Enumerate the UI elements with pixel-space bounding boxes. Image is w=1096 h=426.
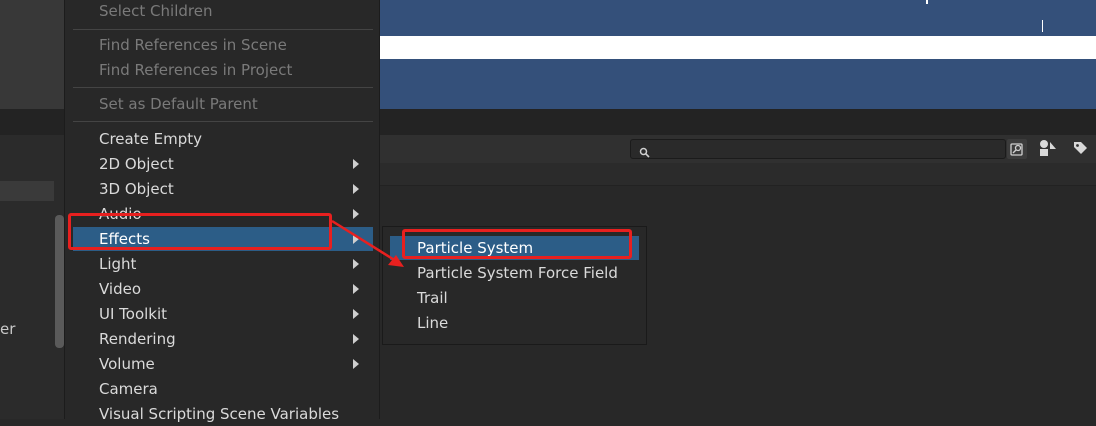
context-menu: Select Children Find References in Scene… — [64, 0, 380, 423]
menu-item-find-references-in-project[interactable]: Find References in Project — [73, 58, 373, 82]
shapes-icon — [1040, 140, 1056, 156]
submenu-item-trail[interactable]: Trail — [390, 286, 639, 310]
menu-item-select-children[interactable]: Select Children — [73, 0, 373, 23]
scene-shape — [734, 0, 830, 36]
submenu-arrow-icon — [353, 184, 359, 194]
breadcrumb — [378, 163, 1096, 186]
submenu-arrow-icon — [353, 334, 359, 344]
annotation-highlight-box — [68, 213, 332, 250]
project-tabbar — [378, 109, 1096, 135]
menu-item-3d-object[interactable]: 3D Object — [73, 177, 373, 201]
filter-by-type-button[interactable] — [1036, 137, 1060, 159]
annotation-highlight-box — [402, 229, 632, 259]
menu-item-video[interactable]: Video — [73, 277, 373, 301]
search-field[interactable] — [630, 139, 1006, 159]
hierarchy-scrollbar[interactable] — [55, 215, 64, 348]
hierarchy-selected-row[interactable] — [0, 181, 54, 201]
save-search-button[interactable] — [1007, 139, 1027, 159]
save-search-icon — [1010, 143, 1023, 156]
annotation-arrow-icon — [331, 219, 404, 267]
menu-item-set-as-default-parent[interactable]: Set as Default Parent — [73, 92, 373, 116]
menu-item-visual-scripting-scene-variables[interactable]: Visual Scripting Scene Variables — [73, 402, 373, 426]
search-input[interactable] — [649, 140, 989, 158]
submenu-arrow-icon — [353, 309, 359, 319]
scene-shape — [408, 0, 504, 36]
menu-item-find-references-in-scene[interactable]: Find References in Scene — [73, 33, 373, 57]
menu-item-rendering[interactable]: Rendering — [73, 327, 373, 351]
menu-item-create-empty[interactable]: Create Empty — [73, 127, 373, 151]
submenu-arrow-icon — [353, 359, 359, 369]
filter-by-label-button[interactable] — [1068, 137, 1092, 159]
menu-item-ui-toolkit[interactable]: UI Toolkit — [73, 302, 373, 326]
menu-item-volume[interactable]: Volume — [73, 352, 373, 376]
submenu-item-particle-system-force-field[interactable]: Particle System Force Field — [390, 261, 639, 285]
hierarchy-item-label: er — [0, 320, 16, 338]
scene-gizmo-tick — [1042, 20, 1043, 32]
scene-white-band — [378, 36, 1096, 59]
submenu-item-line[interactable]: Line — [390, 311, 639, 335]
menu-item-2d-object[interactable]: 2D Object — [73, 152, 373, 176]
menu-separator — [73, 121, 373, 122]
submenu-arrow-icon — [353, 159, 359, 169]
menu-separator — [73, 29, 373, 30]
scene-shape — [570, 0, 666, 36]
scene-view[interactable] — [378, 0, 1096, 109]
hierarchy-tabbar — [0, 109, 64, 135]
scene-gizmo-dot — [926, 0, 928, 4]
menu-item-light[interactable]: Light — [73, 252, 373, 276]
submenu-arrow-icon — [353, 284, 359, 294]
menu-separator — [73, 87, 373, 88]
tag-icon — [1074, 142, 1087, 154]
menu-item-camera[interactable]: Camera — [73, 377, 373, 401]
